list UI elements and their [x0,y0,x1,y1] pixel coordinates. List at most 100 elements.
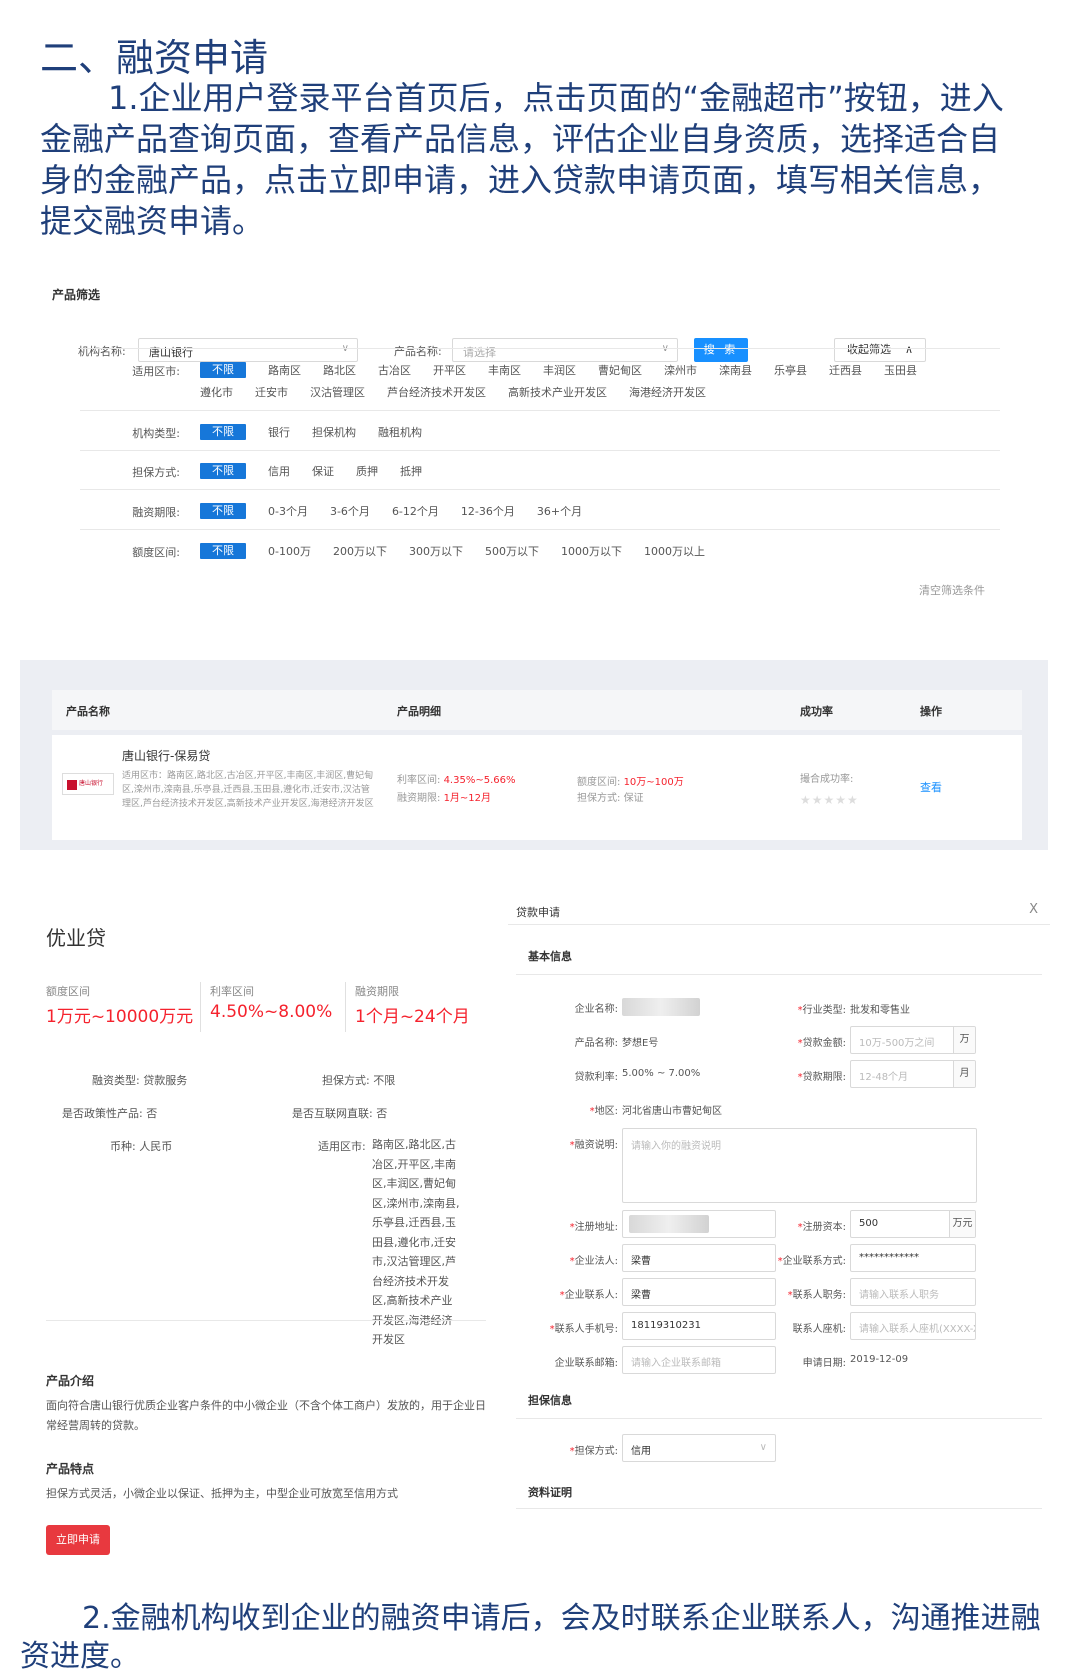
clear-filter-link[interactable]: 清空筛选条件 [919,582,985,598]
loan-amount-unit: 万 [953,1027,975,1053]
filter-option[interactable]: 路南区 [268,360,301,382]
filter-option[interactable]: 滦州市 [664,360,697,382]
filter-option[interactable]: 迁西县 [829,360,862,382]
view-link[interactable]: 查看 [920,779,942,795]
landline-placeholder: 请输入联系人座机(XXXX-XXXXXXXX) [859,1324,975,1335]
contact-way-input[interactable]: ************ [850,1244,976,1272]
success-rate-label: 撮合成功率: [800,774,854,785]
filter-option[interactable]: 路北区 [323,360,356,382]
filter-option[interactable]: 1000万以下 [561,541,622,563]
filter-option[interactable]: 担保机构 [312,422,356,444]
filter-title: 产品筛选 [52,288,101,302]
filter-option[interactable]: 高新技术产业开发区 [508,382,607,404]
industry-value: 批发和零售业 [850,1005,910,1016]
loan-amount-label: *贷款金额: [797,1038,846,1049]
filter-option[interactable]: 500万以下 [485,541,539,563]
filter-option[interactable]: 不限 [200,543,246,559]
loan-amount-placeholder: 10万-500万之间 [859,1038,935,1049]
filter-option[interactable]: 不限 [200,463,246,479]
filter-option[interactable]: 36+个月 [537,501,582,523]
filter-option[interactable]: 300万以下 [409,541,463,563]
reg-capital-value: 500 [859,1218,879,1229]
filter-option[interactable]: 曹妃甸区 [598,360,642,382]
step2-text: 2.金融机构收到企业的融资申请后，会及时联系企业联系人，沟通推进融资进度。 [20,1601,1041,1674]
product-detail-panel: 优业贷 额度区间 1万元~10000万元 利率区间 4.50%~8.00% 融资… [20,880,490,1560]
filter-option[interactable]: 抵押 [400,461,422,483]
filter-option[interactable]: 0-100万 [268,541,311,563]
filter-option[interactable]: 古冶区 [378,360,411,382]
legal-person-input[interactable]: 梁曹 [622,1244,776,1272]
contact-person-input[interactable]: 梁曹 [622,1278,776,1306]
phone-input[interactable]: 18119310231 [622,1312,776,1340]
rate-range-value: 4.50%~8.00% [210,1002,333,1022]
position-input[interactable]: 请输入联系人职务 [850,1278,976,1306]
email-input[interactable]: 请输入企业联系邮箱 [622,1346,776,1374]
policy-product: 是否政策性产品: 否 [62,1107,158,1120]
rate-range-label: 利率区间 [210,985,254,998]
filter-option[interactable]: 融租机构 [378,422,422,444]
filter-option[interactable]: 信用 [268,461,290,483]
product-select[interactable]: 请选择 ∨ [452,338,678,362]
col-product-detail: 产品明细 [397,705,441,718]
filter-option[interactable]: 丰南区 [488,360,521,382]
institution-select[interactable]: 唐山银行 ∨ [138,338,358,362]
filter-option[interactable]: 芦台经济技术开发区 [387,382,486,404]
filter-option[interactable]: 滦南县 [719,360,752,382]
filter-option[interactable]: 质押 [356,461,378,483]
loan-term-label: *贷款期限: [797,1072,846,1083]
guarantee-value: 保证 [623,793,644,804]
loan-term-label-text: 贷款期限: [802,1072,846,1083]
term-range-value: 1个月~24个月 [355,1007,470,1027]
reg-capital-input[interactable]: 500 万元 [850,1210,976,1238]
apply-date-label: 申请日期: [802,1358,846,1369]
filter-option[interactable]: 200万以下 [333,541,387,563]
filter-options: 不限 0-100万 200万以下 300万以下 500万以下 1000万以下 1000万以上 [200,541,960,563]
filter-option[interactable]: 海港经济开发区 [629,382,706,404]
product-name-label: 产品名称: [574,1038,618,1049]
filter-option[interactable]: 丰润区 [543,360,576,382]
search-button[interactable]: 搜 索 [694,338,748,362]
phone-label: *联系人手机号: [549,1324,618,1335]
filter-option[interactable]: 开平区 [433,360,466,382]
landline-input[interactable]: 请输入联系人座机(XXXX-XXXXXXXX) [850,1312,976,1340]
loan-amount-input[interactable]: 10万-500万之间 万 [850,1026,976,1054]
divider [80,410,1000,411]
filter-option[interactable]: 不限 [200,424,246,440]
internet-direct: 是否互联网直联: 否 [292,1107,388,1120]
legal-person-label: *企业法人: [569,1256,618,1267]
filter-option[interactable]: 遵化市 [200,382,233,404]
filter-options: 不限 信用 保证 质押 抵押 [200,461,960,483]
filter-option[interactable]: 银行 [268,422,290,444]
filter-option[interactable]: 保证 [312,461,334,483]
close-icon[interactable]: X [1029,902,1038,917]
filter-option[interactable]: 不限 [200,503,246,519]
description-textarea[interactable]: 请输入你的融资说明 [622,1128,977,1203]
loan-term-input[interactable]: 12-48个月 月 [850,1060,976,1088]
position-placeholder: 请输入联系人职务 [859,1290,939,1301]
reg-address-input[interactable] [622,1210,776,1238]
filter-option[interactable]: 乐亭县 [774,360,807,382]
filter-option[interactable]: 12-36个月 [461,501,515,523]
filter-option[interactable]: 不限 [200,362,246,378]
collapse-filter-button[interactable]: 收起筛选 ∧ [834,338,926,362]
filter-option[interactable]: 3-6个月 [330,501,370,523]
filter-row-city: 适用区市: 不限 路南区 路北区 古冶区 开平区 丰南区 丰润区 曹妃甸区 滦州市 滦南县 乐亭县迁… [100,360,980,404]
divider [80,348,1000,349]
filter-option[interactable]: 0-3个月 [268,501,308,523]
region-value: 河北省唐山市曹妃甸区 [622,1106,722,1117]
term-range: 融资期限: 1月~12月 [397,789,491,804]
filter-option[interactable]: 汉沽管理区 [310,382,365,404]
step2-paragraph: 2.金融机构收到企业的融资申请后，会及时联系企业联系人，沟通推进融资进度。 [20,1600,1050,1676]
product-name[interactable]: 唐山银行-保易贷 [122,747,210,764]
filter-option[interactable]: 6-12个月 [392,501,439,523]
rate-value: 4.35%~5.66% [443,775,516,786]
filter-option[interactable]: 迁安市 [255,382,288,404]
product-label: 产品名称: [394,345,442,358]
feature-text: 担保方式灵活，小微企业以保证、抵押为主，中型企业可放宽至信用方式 [46,1487,398,1500]
guarantee-method-select[interactable]: 信用 ∨ [622,1434,776,1462]
product-name-value: 梦想E号 [622,1038,659,1049]
filter-option[interactable]: 1000万以上 [644,541,705,563]
bank-logo-text: 唐山银行 [79,780,104,787]
filter-option[interactable]: 玉田县 [884,360,917,382]
apply-now-button[interactable]: 立即申请 [46,1525,110,1555]
